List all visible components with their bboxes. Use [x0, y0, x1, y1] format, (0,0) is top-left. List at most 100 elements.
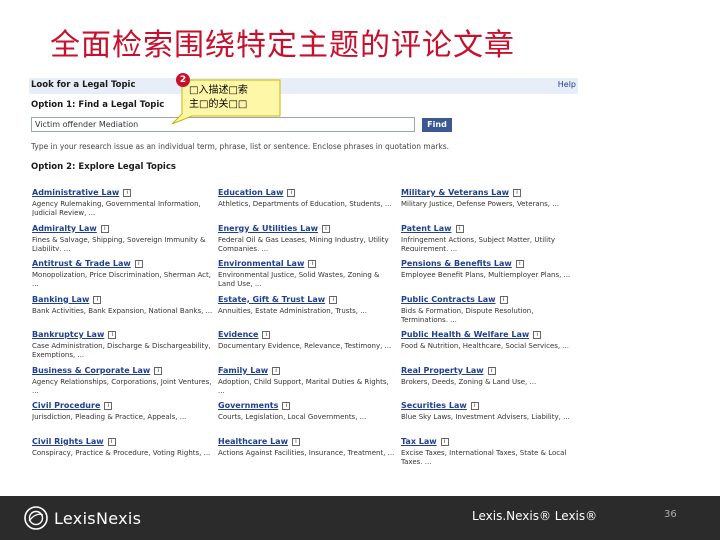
topic-link[interactable]: Bankruptcy Law [32, 330, 104, 339]
topic-link[interactable]: Military & Veterans Law [401, 188, 509, 197]
topic-link[interactable]: Energy & Utilities Law [218, 224, 318, 233]
topic-link[interactable]: Governments [218, 401, 278, 410]
info-icon[interactable]: i [123, 189, 132, 197]
topic-description: Documentary Evidence, Relevance, Testimo… [218, 342, 392, 350]
info-icon[interactable]: i [515, 260, 524, 268]
info-icon[interactable]: i [291, 437, 300, 446]
topic-link[interactable]: Public Contracts Law [401, 295, 496, 304]
topic-item: Public Contracts Law i Bids & Formation, D… [401, 287, 578, 323]
info-icon[interactable]: i [100, 224, 109, 233]
callout-line-1: □入描述□索 [189, 85, 248, 96]
info-icon[interactable]: i [329, 295, 338, 304]
topic-description: Conspiracy, Practice & Procedure, Voting… [32, 448, 211, 457]
topic-description: Environmental Justice, Solid Wastes, Zon… [218, 271, 380, 287]
topic-link[interactable]: Public Health & Welfare Law [401, 330, 529, 339]
topic-item: Evidence i Documentary Evidence, Relevance… [218, 322, 396, 358]
info-icon[interactable]: i [308, 260, 317, 268]
panel-header-title: Look for a Legal Topic [31, 80, 136, 90]
topic-item: Patent Law i Infringement Actions, Subject… [401, 216, 578, 252]
callout-text: □入描述□索 主□的关□□ [189, 84, 248, 112]
topic-link[interactable]: Civil Rights Law [32, 437, 104, 446]
topic-link[interactable]: Education Law [218, 188, 283, 197]
option2-label: Option 2: Explore Legal Topics [31, 162, 176, 172]
legal-topics-grid: Administrative Law i Agency Rulemaking, Go… [29, 180, 578, 464]
info-icon[interactable]: i [287, 189, 296, 197]
info-icon[interactable]: i [104, 402, 113, 410]
step-number-badge: 2 [176, 73, 190, 87]
info-icon[interactable]: i [499, 295, 508, 304]
topic-description: Bank Activities, Bank Expansion, Nationa… [32, 306, 213, 315]
help-link[interactable]: Help [558, 80, 576, 89]
option1-label: Option 1: Find a Legal Topic [31, 100, 165, 110]
info-icon[interactable]: i [487, 366, 496, 375]
topic-link[interactable]: Estate, Gift & Trust Law [218, 295, 325, 304]
topic-item: Bankruptcy Law i Case Administration, Disc… [32, 322, 214, 358]
lexisnexis-logo-icon [24, 506, 48, 530]
info-icon[interactable]: i [440, 437, 449, 446]
topic-item: Public Health & Welfare Law i Food & Nutri… [401, 322, 578, 358]
topic-description: Brokers, Deeds, Zoning & Land Use, ... [401, 377, 537, 386]
topic-item: Environmental Law i Environmental Justice,… [218, 251, 396, 287]
topic-item: Healthcare Law i Actions Against Facilitie… [218, 429, 396, 465]
info-icon[interactable]: i [470, 402, 479, 410]
info-icon[interactable]: i [154, 366, 163, 375]
topic-link[interactable]: Antitrust & Trade Law [32, 259, 131, 268]
topic-link[interactable]: Administrative Law [32, 188, 119, 197]
info-icon[interactable]: i [134, 260, 143, 268]
info-icon[interactable]: i [282, 402, 291, 410]
topic-description: Employee Benefit Plans, Multiemployer Pl… [401, 271, 571, 279]
topic-link[interactable]: Family Law [218, 366, 268, 375]
topic-link[interactable]: Tax Law [401, 437, 437, 446]
topic-description: Monopolization, Price Discrimination, Sh… [32, 271, 211, 287]
topic-item: Military & Veterans Law i Military Justice… [401, 180, 578, 216]
info-icon[interactable]: i [93, 295, 102, 304]
topic-description: Agency Relationships, Corporations, Join… [32, 377, 212, 394]
info-icon[interactable]: i [107, 437, 116, 446]
page-number: 36 [664, 509, 677, 520]
logo-text: LexisNexis [54, 509, 142, 528]
topic-description: Bids & Formation, Dispute Resolution, Te… [401, 306, 534, 323]
topic-link[interactable]: Environmental Law [218, 259, 304, 268]
topic-description: Food & Nutrition, Healthcare, Social Ser… [401, 342, 570, 350]
topic-link[interactable]: Business & Corporate Law [32, 366, 150, 375]
topic-description: Jurisdiction, Pleading & Practice, Appea… [32, 413, 187, 421]
topic-description: Blue Sky Laws, Investment Advisers, Liab… [401, 413, 570, 421]
info-icon[interactable]: i [262, 331, 271, 339]
topic-link[interactable]: Banking Law [32, 295, 89, 304]
topic-link[interactable]: Healthcare Law [218, 437, 288, 446]
topic-link[interactable]: Real Property Law [401, 366, 484, 375]
info-icon[interactable]: i [108, 331, 117, 339]
topic-item: Business & Corporate Law i Agency Relation… [32, 358, 214, 394]
topic-item: Tax Law i Excise Taxes, International Taxe… [401, 429, 578, 465]
topic-description: Agency Rulemaking, Governmental Informat… [32, 200, 201, 216]
topic-item: Securities Law i Blue Sky Laws, Investment… [401, 393, 578, 429]
topic-item: Governments i Courts, Legislation, Local G… [218, 393, 396, 429]
topic-link[interactable]: Securities Law [401, 401, 467, 410]
topic-item: Estate, Gift & Trust Law i Annuities, Esta… [218, 287, 396, 323]
info-icon[interactable]: i [272, 366, 281, 375]
info-icon[interactable]: i [533, 331, 542, 339]
info-icon[interactable]: i [322, 224, 330, 233]
topic-item: Antitrust & Trade Law i Monopolization, Pr… [32, 251, 214, 287]
topic-item: Admiralty Law i Fines & Salvage, Shipping,… [32, 216, 214, 252]
topic-link[interactable]: Civil Procedure [32, 401, 100, 410]
search-hint: Type in your research issue as an indivi… [31, 142, 450, 151]
slide-footer: LexisNexis Lexis.Nexis® Lexis® 36 [0, 496, 720, 540]
topic-item: Civil Rights Law i Conspiracy, Practice & … [32, 429, 214, 465]
topic-link[interactable]: Patent Law [401, 224, 452, 233]
topic-item: Real Property Law i Brokers, Deeds, Zoning… [401, 358, 578, 394]
info-icon[interactable]: i [455, 224, 464, 233]
topic-description: Athletics, Departments of Education, Stu… [218, 200, 392, 208]
slide: 全面检索围绕特定主题的评论文章 Look for a Legal Topic H… [0, 0, 720, 540]
topic-item: Energy & Utilities Law i Federal Oil & Gas… [218, 216, 396, 252]
footer-brand: Lexis.Nexis® Lexis® [472, 509, 598, 523]
find-button[interactable]: Find [422, 118, 452, 132]
callout-line-2: 主□的关□□ [189, 99, 248, 110]
topic-description: Case Administration, Discharge & Dischar… [32, 342, 211, 358]
topic-link[interactable]: Pensions & Benefits Law [401, 259, 512, 268]
topic-item: Family Law i Adoption, Child Support, Mari… [218, 358, 396, 394]
info-icon[interactable]: i [513, 189, 522, 197]
topic-link[interactable]: Evidence [218, 330, 258, 339]
topic-item: Pensions & Benefits Law i Employee Benefit… [401, 251, 578, 287]
topic-link[interactable]: Admiralty Law [32, 224, 97, 233]
